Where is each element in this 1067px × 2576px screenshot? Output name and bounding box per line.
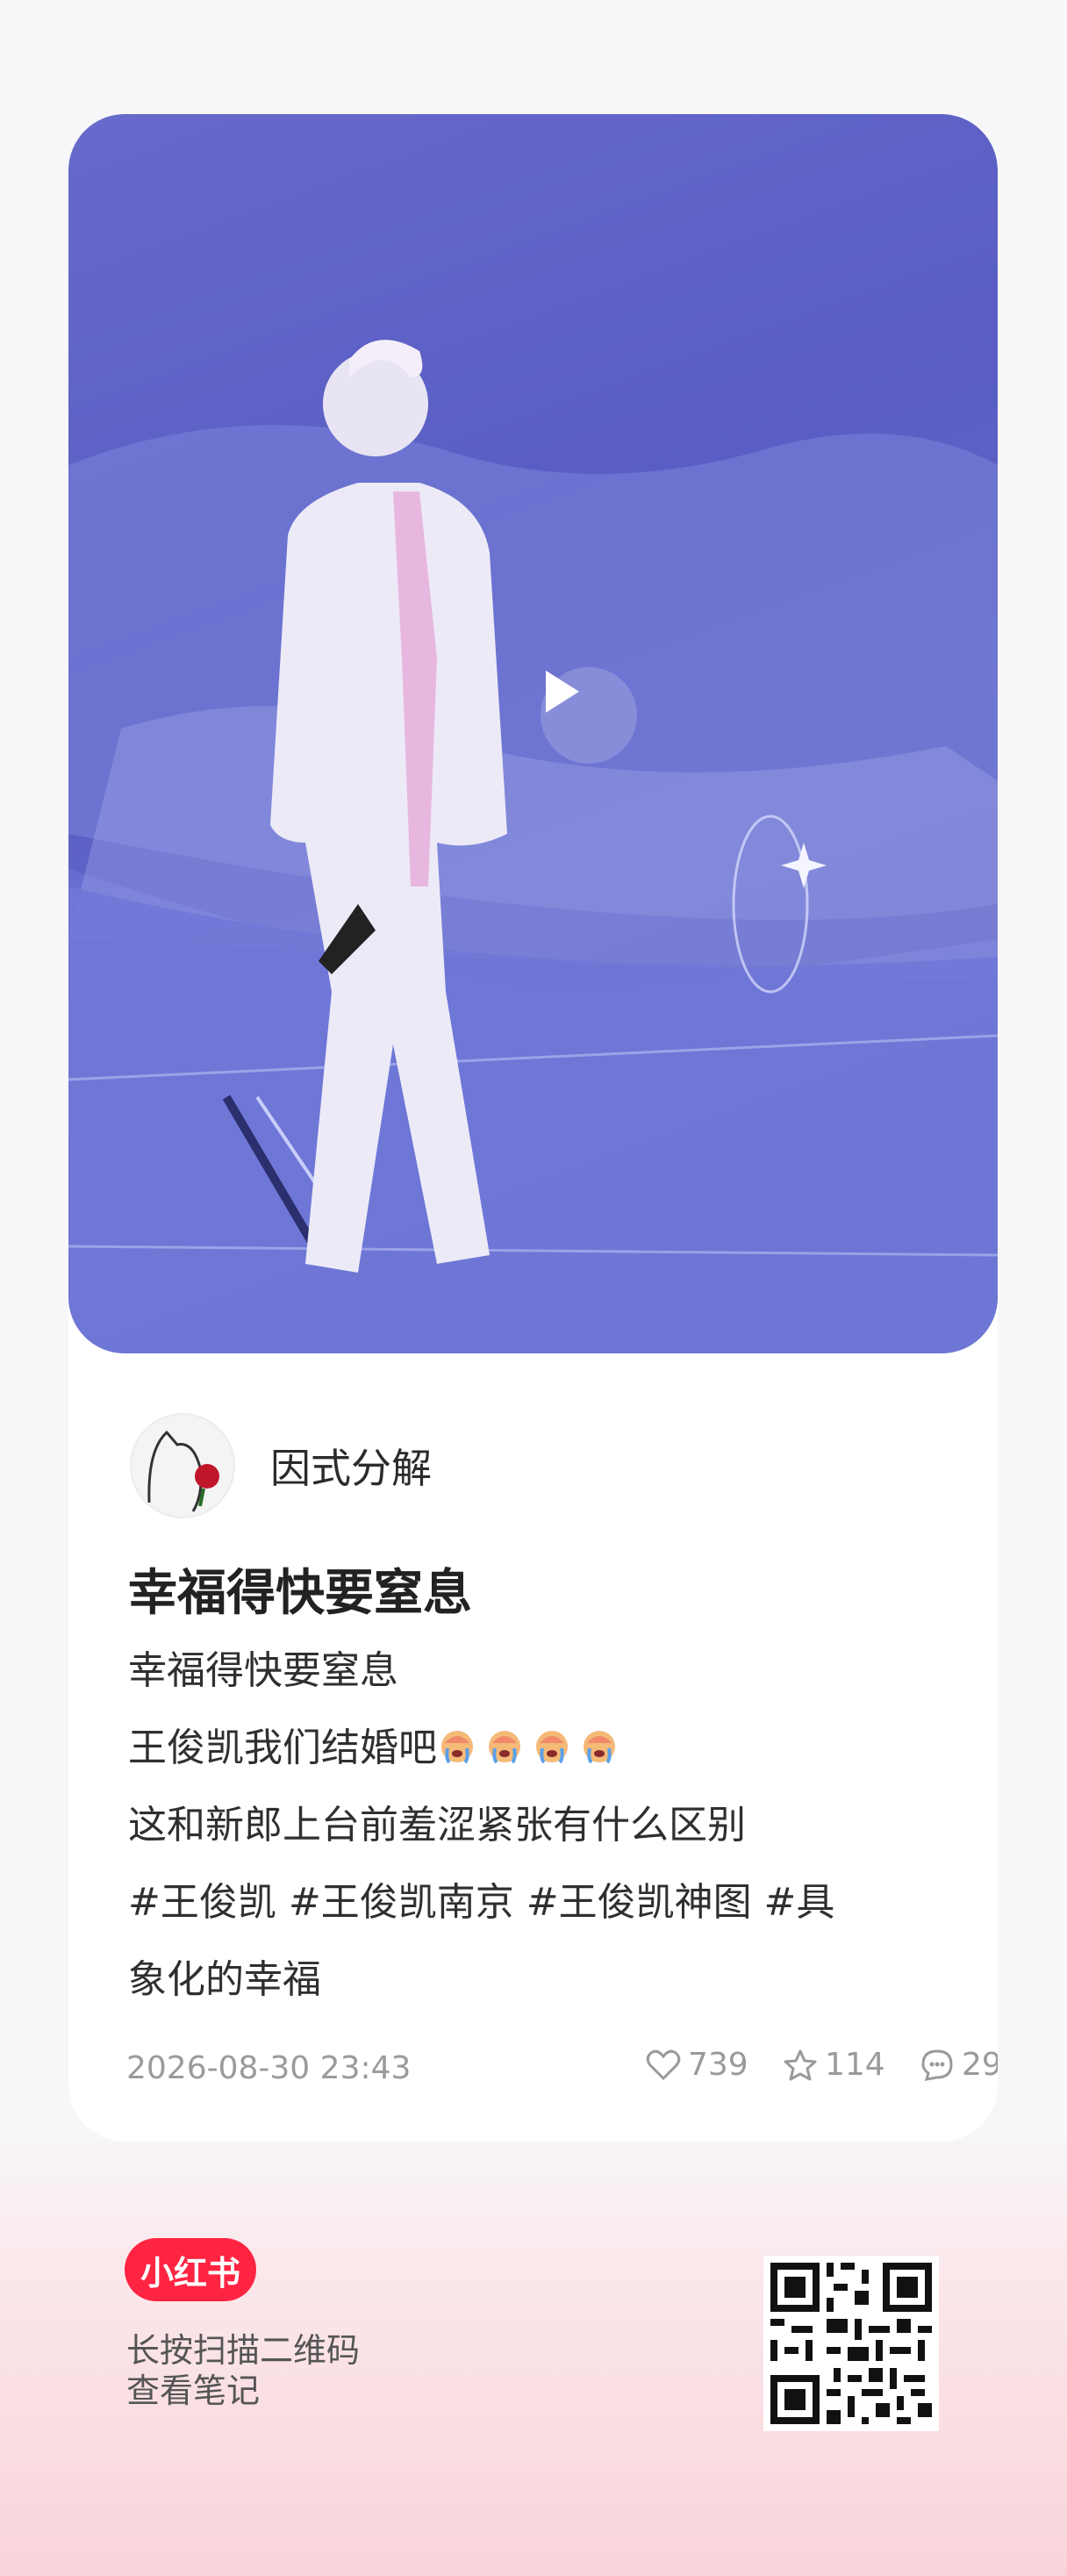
favorite-count: 114 [825, 2047, 885, 2083]
qr-code-pattern [763, 2256, 939, 2431]
author-row[interactable]: 因式分解 [130, 1413, 432, 1518]
scan-line-1: 长按扫描二维码 [126, 2331, 361, 2370]
note-title: 幸福得快要窒息 [128, 1565, 472, 1622]
heart-icon [646, 2049, 681, 2080]
avatar[interactable] [130, 1413, 235, 1518]
note-card: 因式分解 幸福得快要窒息 幸福得快要窒息 王俊凯我们结婚吧 这和新郎上台前羞涩紧… [68, 114, 998, 2142]
note-photo[interactable] [68, 114, 998, 1353]
crying-emoji-icon [437, 1715, 477, 1764]
scan-line-2: 查看笔记 [126, 2371, 261, 2410]
body-line-3: 这和新郎上台前羞涩紧张有什么区别 [128, 1803, 746, 1848]
star-icon [784, 2049, 817, 2080]
play-icon [546, 671, 579, 713]
crying-emoji-icon [579, 1715, 619, 1764]
hashtag-line[interactable]: #王俊凯 #王俊凯南京 #王俊凯神图 #具 [128, 1864, 970, 1941]
comment-count: 29 [962, 2047, 998, 2083]
note-body: 幸福得快要窒息 王俊凯我们结婚吧 这和新郎上台前羞涩紧张有什么区别 #王俊凯 #… [128, 1632, 970, 2019]
like-stat[interactable]: 739 [646, 2047, 748, 2083]
qr-code[interactable] [763, 2256, 939, 2431]
avatar-illustration [147, 1430, 219, 1512]
body-line-2: 王俊凯我们结婚吧 [128, 1710, 970, 1787]
body-line-1: 幸福得快要窒息 [128, 1648, 398, 1693]
note-meta: 2026-08-30 23:43 739 114 29 [126, 2043, 998, 2096]
like-count: 739 [688, 2047, 748, 2083]
author-name[interactable]: 因式分解 [270, 1437, 432, 1495]
hashtag-line-cont[interactable]: 象化的幸福 [128, 1941, 970, 2019]
stage-illustration [68, 114, 998, 1353]
comment-icon [921, 2049, 953, 2081]
favorite-stat[interactable]: 114 [783, 2047, 885, 2083]
crying-emoji-icon [532, 1715, 572, 1764]
crying-emoji-icon [484, 1715, 525, 1764]
body-line-2-text: 王俊凯我们结婚吧 [128, 1726, 437, 1770]
play-button[interactable] [541, 667, 637, 764]
comment-stat[interactable]: 29 [920, 2047, 998, 2083]
scan-instructions: 长按扫描二维码 查看笔记 [126, 2330, 360, 2411]
post-date: 2026-08-30 23:43 [126, 2050, 412, 2086]
xiaohongshu-logo: 小红书 [125, 2238, 256, 2301]
